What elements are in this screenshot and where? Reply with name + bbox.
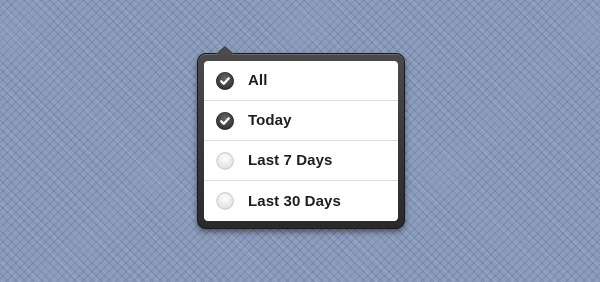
filter-option-last-30-days[interactable]: Last 30 Days [204, 181, 398, 221]
filter-option-label: Today [248, 112, 292, 129]
empty-radio-icon[interactable] [216, 192, 234, 210]
filter-option-all[interactable]: All [204, 61, 398, 101]
empty-radio-icon[interactable] [216, 151, 234, 170]
filter-option-label: All [248, 72, 268, 89]
filter-option-today[interactable]: Today [204, 101, 398, 141]
filter-popover: All Today Last 7 Days Last 30 Days [197, 46, 405, 229]
check-icon[interactable] [216, 71, 234, 90]
filter-list: All Today Last 7 Days Last 30 Days [204, 61, 398, 221]
check-icon[interactable] [216, 111, 234, 130]
popover-arrow-inner [217, 48, 233, 55]
filter-option-last-7-days[interactable]: Last 7 Days [204, 141, 398, 181]
filter-option-label: Last 30 Days [248, 192, 341, 210]
filter-option-label: Last 7 Days [248, 152, 333, 169]
